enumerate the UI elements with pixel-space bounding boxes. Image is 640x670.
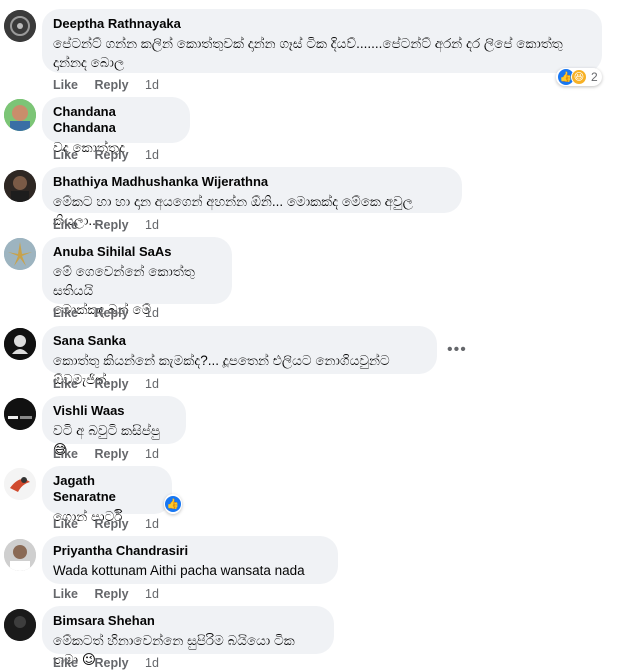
- reply-button[interactable]: Reply: [95, 78, 129, 92]
- comment-timestamp[interactable]: 1d: [145, 306, 159, 320]
- reply-button[interactable]: Reply: [95, 218, 129, 232]
- avatar[interactable]: [4, 10, 36, 42]
- like-button[interactable]: Like: [53, 587, 78, 601]
- avatar-image: [4, 539, 36, 571]
- comment-author[interactable]: Deeptha Rathnayaka: [53, 16, 590, 32]
- comment-bubble: Deeptha Rathnayaka පේටන්ට් ගන්න කලින් කො…: [42, 9, 602, 73]
- avatar[interactable]: [4, 468, 36, 500]
- avatar[interactable]: [4, 398, 36, 430]
- avatar-image: [4, 398, 36, 430]
- more-options-icon[interactable]: •••: [447, 341, 467, 359]
- comment-author[interactable]: Vishli Waas: [53, 403, 174, 419]
- comment-bubble: Chandana Chandana වද කොත්තුද: [42, 97, 190, 155]
- comment-actions: Like Reply 1d: [53, 218, 172, 232]
- comment-author[interactable]: Bhathiya Madhushanka Wijerathna: [53, 174, 450, 190]
- comment-author[interactable]: Chandana Chandana: [53, 104, 178, 136]
- comment-actions: Like Reply 1d: [53, 656, 172, 670]
- avatar[interactable]: [4, 99, 36, 131]
- comment-actions: Like Reply 1d: [53, 306, 172, 320]
- comment-author[interactable]: Bimsara Shehan: [53, 613, 322, 629]
- avatar-image: [4, 609, 36, 641]
- comment-bubble: Sana Sanka කොත්තු කියන්නේ කැමක්ද?... දූප…: [42, 326, 437, 387]
- reply-button[interactable]: Reply: [95, 517, 129, 531]
- comment-timestamp[interactable]: 1d: [145, 447, 159, 461]
- like-button[interactable]: Like: [53, 447, 78, 461]
- comment-timestamp[interactable]: 1d: [145, 517, 159, 531]
- avatar-image: [4, 170, 36, 202]
- comment-author[interactable]: Jagath Senaratne: [53, 473, 160, 505]
- comment-actions: Like Reply 1d: [53, 447, 172, 461]
- comment-author[interactable]: Priyantha Chandrasiri: [53, 543, 326, 559]
- comment-text: Wada kottunam Aithi pacha wansata nada: [53, 563, 305, 578]
- comment-timestamp[interactable]: 1d: [145, 587, 159, 601]
- like-button[interactable]: Like: [53, 148, 78, 162]
- avatar-image: [4, 238, 36, 270]
- reply-button[interactable]: Reply: [95, 656, 129, 670]
- avatar-image: [4, 99, 36, 131]
- like-button[interactable]: Like: [53, 218, 78, 232]
- comment-actions: Like Reply 1d: [53, 148, 172, 162]
- reply-button[interactable]: Reply: [95, 447, 129, 461]
- comment-text: පේටන්ට් ගන්න කලින් කොත්තුවක් දාන්න ගෑස් …: [53, 36, 563, 70]
- avatar[interactable]: [4, 170, 36, 202]
- comment-actions: Like Reply 1d: [53, 517, 172, 531]
- comment-author[interactable]: Sana Sanka: [53, 333, 425, 349]
- comment-timestamp[interactable]: 1d: [145, 656, 159, 670]
- like-button[interactable]: Like: [53, 656, 78, 670]
- comment-actions: Like Reply 1d: [53, 78, 172, 92]
- comment-timestamp[interactable]: 1d: [145, 218, 159, 232]
- comment-author[interactable]: Anuba Sihilal SaAs: [53, 244, 220, 260]
- reaction-summary[interactable]: 👍 😆 2: [556, 68, 602, 86]
- avatar[interactable]: [4, 539, 36, 571]
- like-button[interactable]: Like: [53, 78, 78, 92]
- reply-button[interactable]: Reply: [95, 306, 129, 320]
- reply-button[interactable]: Reply: [95, 148, 129, 162]
- reply-button[interactable]: Reply: [95, 377, 129, 391]
- comment-bubble: Priyantha Chandrasiri Wada kottunam Aith…: [42, 536, 338, 584]
- avatar[interactable]: [4, 609, 36, 641]
- comment-actions: Like Reply 1d: [53, 377, 172, 391]
- avatar[interactable]: [4, 328, 36, 360]
- comment-timestamp[interactable]: 1d: [145, 78, 159, 92]
- like-button[interactable]: Like: [53, 517, 78, 531]
- comment-bubble: Vishli Waas වටි අ බවුටි කසිප්පු 😅: [42, 396, 186, 457]
- reply-button[interactable]: Reply: [95, 587, 129, 601]
- avatar[interactable]: [4, 238, 36, 270]
- comment-actions: Like Reply 1d: [53, 587, 172, 601]
- comment-bubble: Bhathiya Madhushanka Wijerathna මේකට හා …: [42, 167, 462, 228]
- reaction-count: 2: [591, 70, 598, 84]
- comment-timestamp[interactable]: 1d: [145, 148, 159, 162]
- avatar-image: [4, 10, 36, 42]
- like-reaction-icon: 👍: [165, 496, 181, 512]
- avatar-image: [4, 468, 36, 500]
- avatar-image: [4, 328, 36, 360]
- comment-timestamp[interactable]: 1d: [145, 377, 159, 391]
- comment-bubble: Jagath Senaratne ගොන් පාර්ටි: [42, 466, 172, 524]
- comment-bubble: Bimsara Shehan මේකටත් හිනාවෙන්නෙ සුපිරිම…: [42, 606, 334, 667]
- like-button[interactable]: Like: [53, 377, 78, 391]
- comment-bubble: Anuba Sihilal SaAs මේ ගෙවෙන්නේ කොත්තු සත…: [42, 237, 232, 317]
- reaction-summary[interactable]: 👍: [164, 494, 182, 514]
- like-button[interactable]: Like: [53, 306, 78, 320]
- haha-reaction-icon: 😆: [571, 69, 587, 85]
